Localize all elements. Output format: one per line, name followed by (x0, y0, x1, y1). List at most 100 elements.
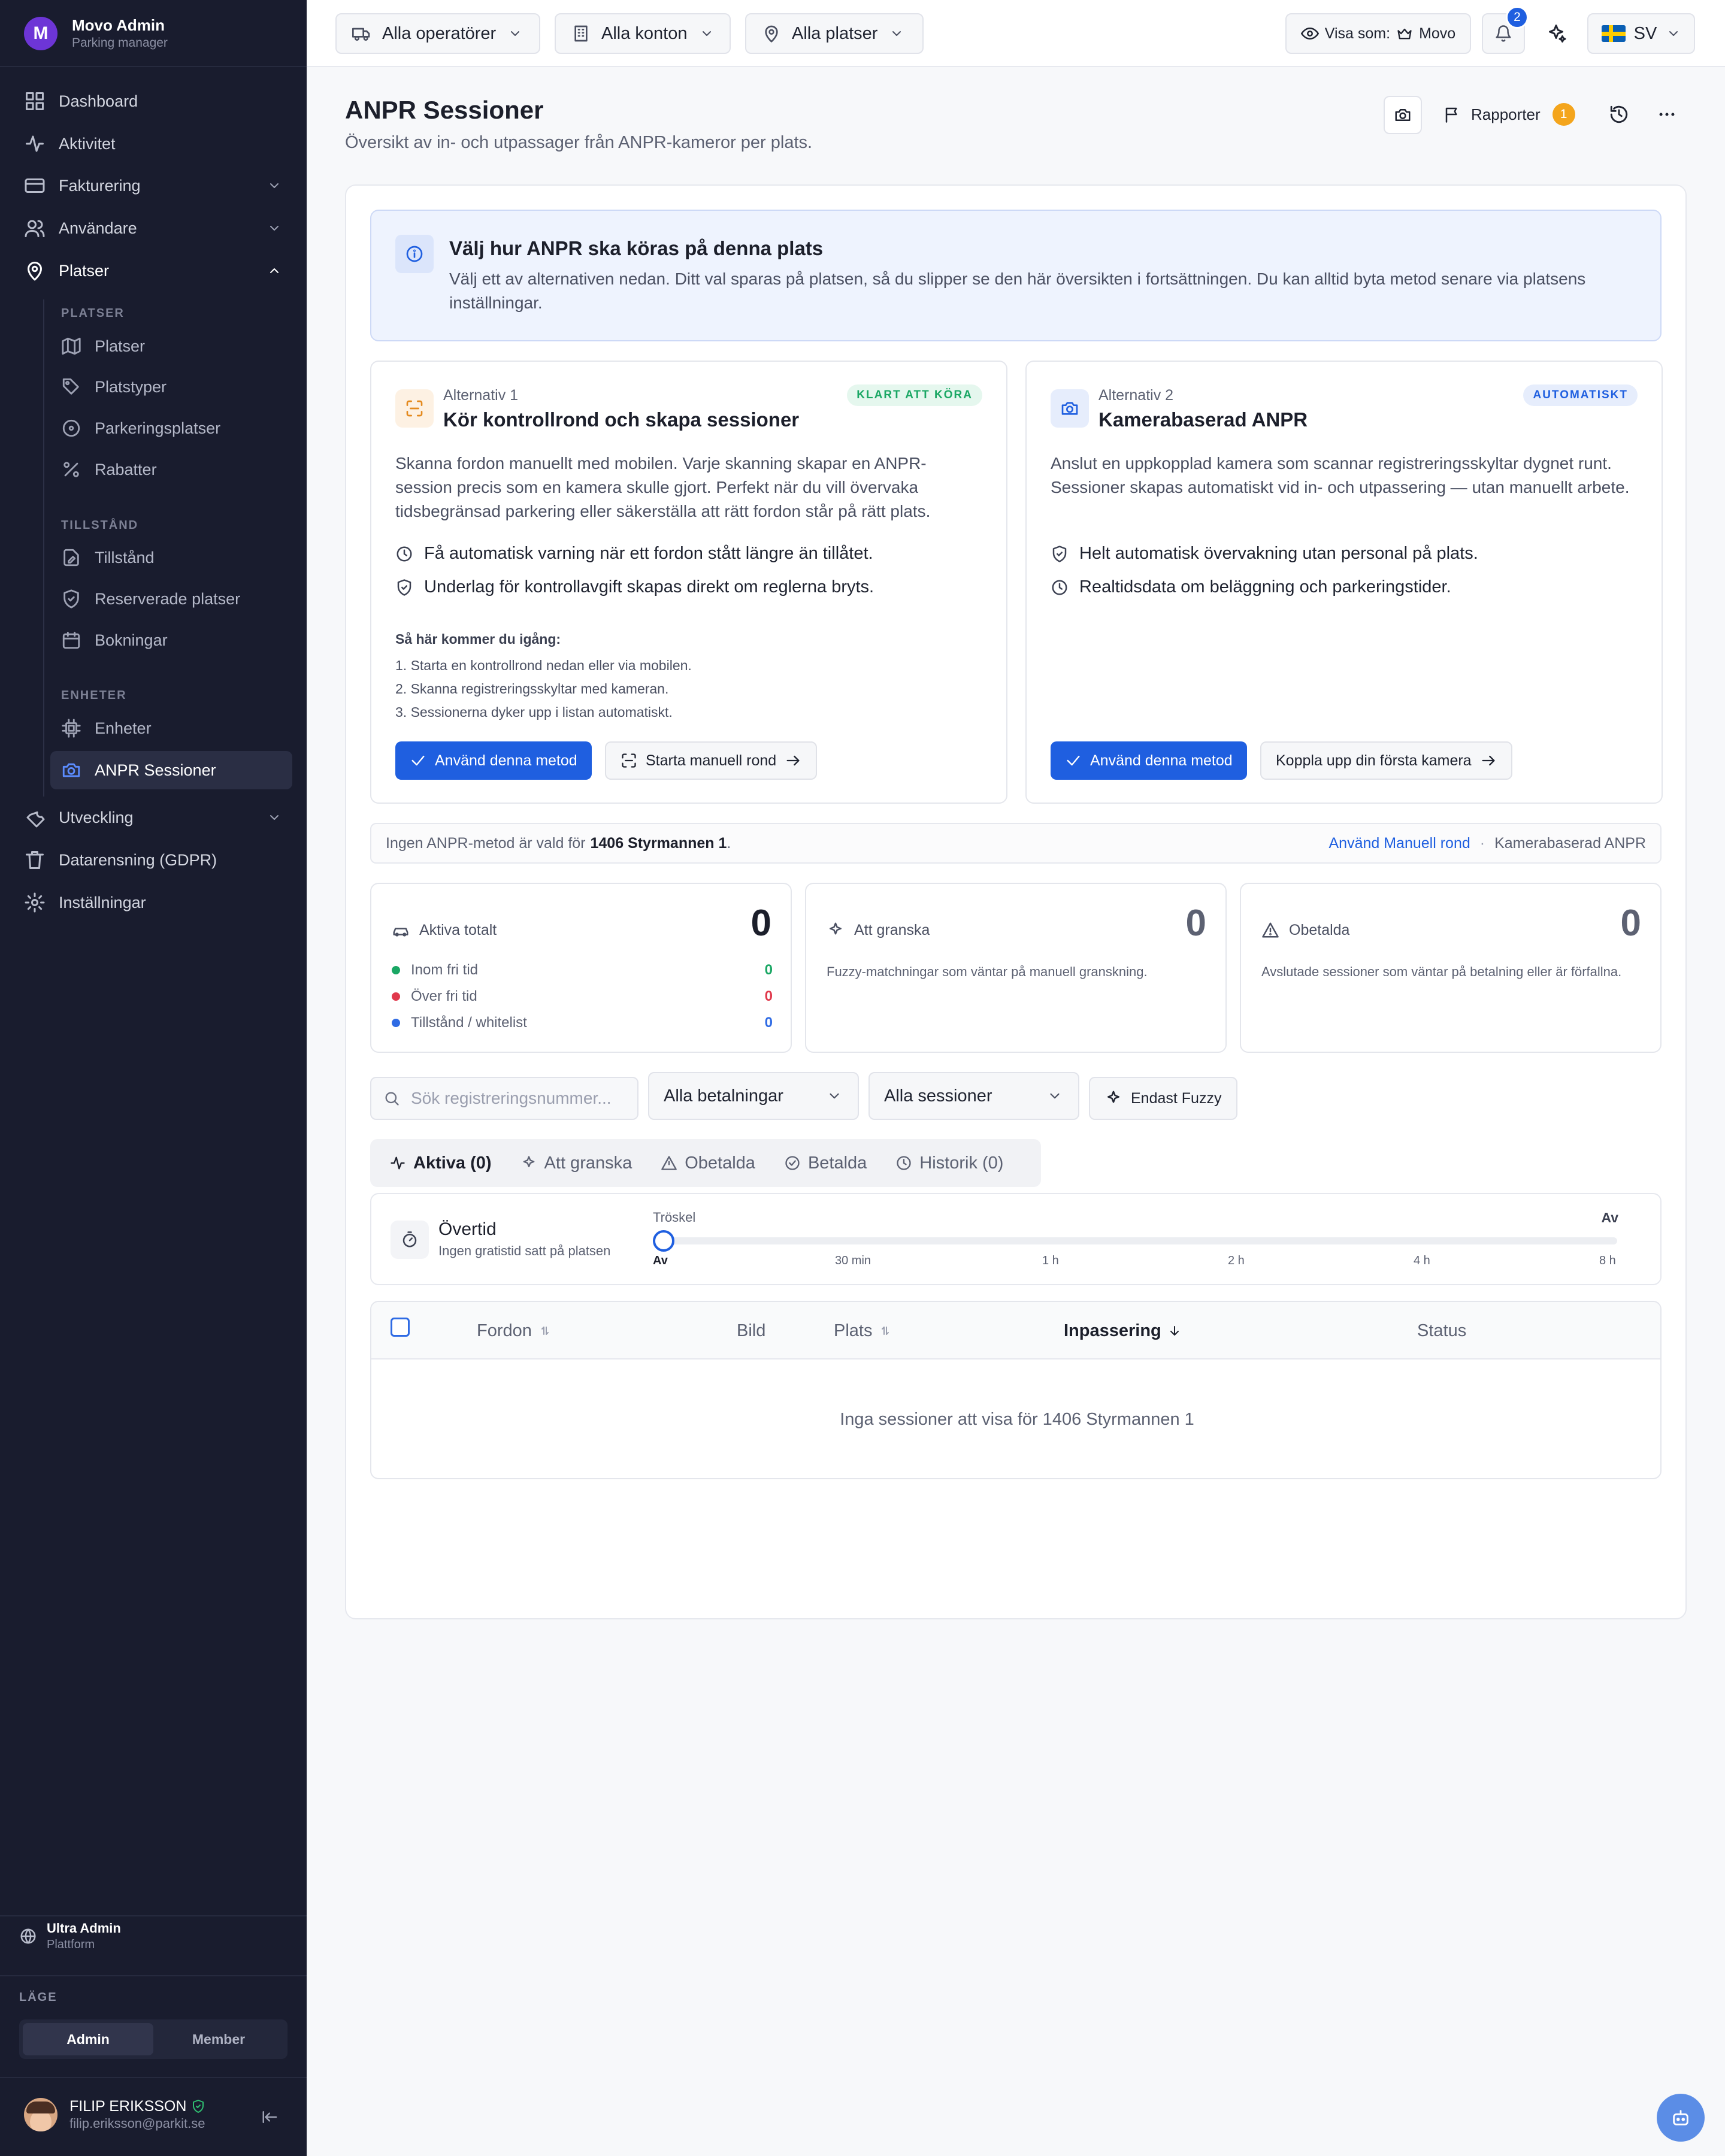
column-inpassering[interactable]: Inpassering (1064, 1302, 1182, 1359)
nav-fakturering[interactable]: Fakturering (24, 167, 292, 204)
language-selector[interactable]: SV (1587, 13, 1695, 54)
tick-2h: 2 h (1228, 1254, 1245, 1267)
place-filter[interactable]: Alla platser (745, 13, 924, 54)
user-profile[interactable]: FILIP ERIKSSON filip.eriksson@parkit.se (24, 2097, 205, 2132)
table-header (371, 1302, 1660, 1359)
threshold-label: Tröskel (653, 1210, 696, 1225)
verified-icon (193, 2100, 204, 2113)
overtime-slider-track[interactable] (664, 1237, 1617, 1244)
arrow-right-icon (1482, 755, 1495, 766)
chevron-down-icon (511, 31, 520, 36)
view-as-value: Movo (1419, 25, 1456, 42)
search-field[interactable]: Sök registreringsnummer... (370, 1077, 638, 1120)
payments-select-value: Alla betalningar (664, 1086, 783, 1106)
view-as-button[interactable]: Visa som: Movo (1285, 13, 1471, 54)
scan-icon (395, 389, 434, 428)
column-fordon[interactable]: Fordon (477, 1302, 552, 1359)
tab-att-granska[interactable]: Att granska (506, 1144, 647, 1182)
chevron-down-icon (1050, 1093, 1060, 1099)
sub-reserverade[interactable]: Reserverade platser (50, 580, 292, 618)
shield-check-icon (1052, 545, 1067, 562)
brand[interactable]: M Movo Admin Parking manager (24, 16, 168, 52)
more-icon[interactable] (1657, 104, 1677, 125)
notification-badge: 2 (1506, 6, 1529, 29)
bot-icon (1673, 2110, 1688, 2125)
nav-installningar[interactable]: Inställningar (24, 884, 292, 921)
sub-platser-label: Platser (95, 337, 146, 355)
connect-camera-button[interactable]: Koppla upp din första kamera (1260, 741, 1512, 780)
column-bild-label: Bild (737, 1321, 766, 1340)
mode-admin-button[interactable]: Admin (23, 2023, 153, 2055)
column-bild: Bild (737, 1302, 765, 1359)
language-label: SV (1633, 23, 1657, 43)
connect-camera-label: Koppla upp din första kamera (1276, 752, 1472, 769)
nav-anvandare[interactable]: Användare (24, 210, 292, 247)
account-filter[interactable]: Alla konton (555, 13, 731, 54)
collapse-sidebar-icon[interactable] (261, 2108, 279, 2126)
check-icon (411, 755, 425, 766)
operator-filter[interactable]: Alla operatörer (335, 13, 540, 54)
account-switcher[interactable]: Ultra Admin Plattform (19, 1920, 121, 1952)
column-status: Status (1417, 1302, 1466, 1359)
nav-platser[interactable]: Platser (24, 252, 292, 289)
nav-gdpr[interactable]: Datarensning (GDPR) (24, 841, 292, 879)
alternative-2-card: Alternativ 2 Kamerabaserad ANPR AUTOMATI… (1025, 361, 1663, 804)
column-plats[interactable]: Plats (834, 1302, 892, 1359)
notifications-button[interactable]: 2 (1482, 6, 1529, 54)
stat-row-label: Över fri tid (411, 988, 477, 1004)
alternative-1-card: Alternativ 1 Kör kontrollrond och skapa … (370, 361, 1007, 804)
nav-utveckling[interactable]: Utveckling (24, 799, 292, 836)
sub-rabatter-label: Rabatter (95, 460, 157, 479)
camera-anpr-link[interactable]: Kamerabaserad ANPR (1494, 835, 1646, 852)
tab-aktiva[interactable]: Aktiva (0) (375, 1144, 506, 1182)
reports-button[interactable]: Rapporter 1 (1443, 103, 1575, 126)
start-manual-round-button[interactable]: Starta manuell rond (605, 741, 818, 780)
sparkles-icon[interactable] (1545, 23, 1567, 44)
strip-separator: · (1479, 834, 1485, 852)
sub-platser[interactable]: Platser (50, 327, 292, 365)
sub-bokningar[interactable]: Bokningar (50, 621, 292, 659)
sub-tillstand-label: Tillstånd (95, 548, 155, 567)
select-all-checkbox[interactable] (391, 1318, 410, 1337)
stat-row-label: Tillstånd / whitelist (411, 1015, 527, 1031)
nav-dashboard[interactable]: Dashboard (24, 83, 292, 120)
fuzzy-only-button[interactable]: Endast Fuzzy (1089, 1077, 1237, 1120)
alt1-use-method-button[interactable]: Använd denna metod (395, 741, 592, 780)
stat-review-desc: Fuzzy-matchningar som väntar på manuell … (827, 964, 1148, 979)
sessions-table: Fordon Bild Plats Inpassering Status Ing… (370, 1301, 1662, 1479)
sub-tillstand[interactable]: Tillstånd (50, 538, 292, 577)
stat-row-label: Inom fri tid (411, 962, 479, 978)
stat-row-value: 0 (764, 1015, 773, 1031)
alt2-use-method-button[interactable]: Använd denna metod (1051, 741, 1247, 780)
info-banner: Välj hur ANPR ska köras på denna plats V… (370, 210, 1662, 341)
sub-parkeringsplatser[interactable]: Parkeringsplatser (50, 409, 292, 447)
chat-bot-button[interactable] (1657, 2094, 1705, 2142)
overtime-slider-thumb[interactable] (653, 1230, 674, 1252)
crown-icon (1397, 28, 1412, 40)
history-icon[interactable] (1609, 104, 1629, 125)
sessions-select[interactable]: Alla sessioner (868, 1072, 1079, 1120)
use-manual-round-link[interactable]: Använd Manuell rond (1328, 835, 1470, 852)
sub-platstyper[interactable]: Platstyper (50, 368, 292, 406)
column-plats-label: Plats (834, 1321, 873, 1340)
stat-row-value: 0 (764, 962, 773, 978)
nav-aktivitet-label: Aktivitet (59, 134, 116, 153)
tab-obetalda[interactable]: Obetalda (646, 1144, 770, 1182)
tab-historik[interactable]: Historik (0) (881, 1144, 1018, 1182)
clock-icon (397, 546, 412, 561)
tab-betalda[interactable]: Betalda (770, 1144, 881, 1182)
camera-button[interactable] (1384, 96, 1422, 134)
dashboard-icon (26, 92, 44, 110)
sub-anpr-sessioner[interactable]: ANPR Sessioner (50, 751, 292, 789)
clock-icon (1052, 580, 1067, 595)
percent-icon (63, 462, 79, 477)
sub-rabatter[interactable]: Rabatter (50, 450, 292, 489)
tab-aktiva-label: Aktiva (0) (413, 1153, 492, 1173)
mode-member-button[interactable]: Member (153, 2023, 284, 2055)
nav-aktivitet[interactable]: Aktivitet (24, 125, 292, 162)
warning-icon (661, 1156, 677, 1170)
sub-enheter[interactable]: Enheter (50, 709, 292, 747)
nav-installningar-label: Inställningar (59, 893, 146, 912)
payments-select[interactable]: Alla betalningar (648, 1072, 859, 1120)
sub-parkeringsplatser-label: Parkeringsplatser (95, 419, 221, 437)
